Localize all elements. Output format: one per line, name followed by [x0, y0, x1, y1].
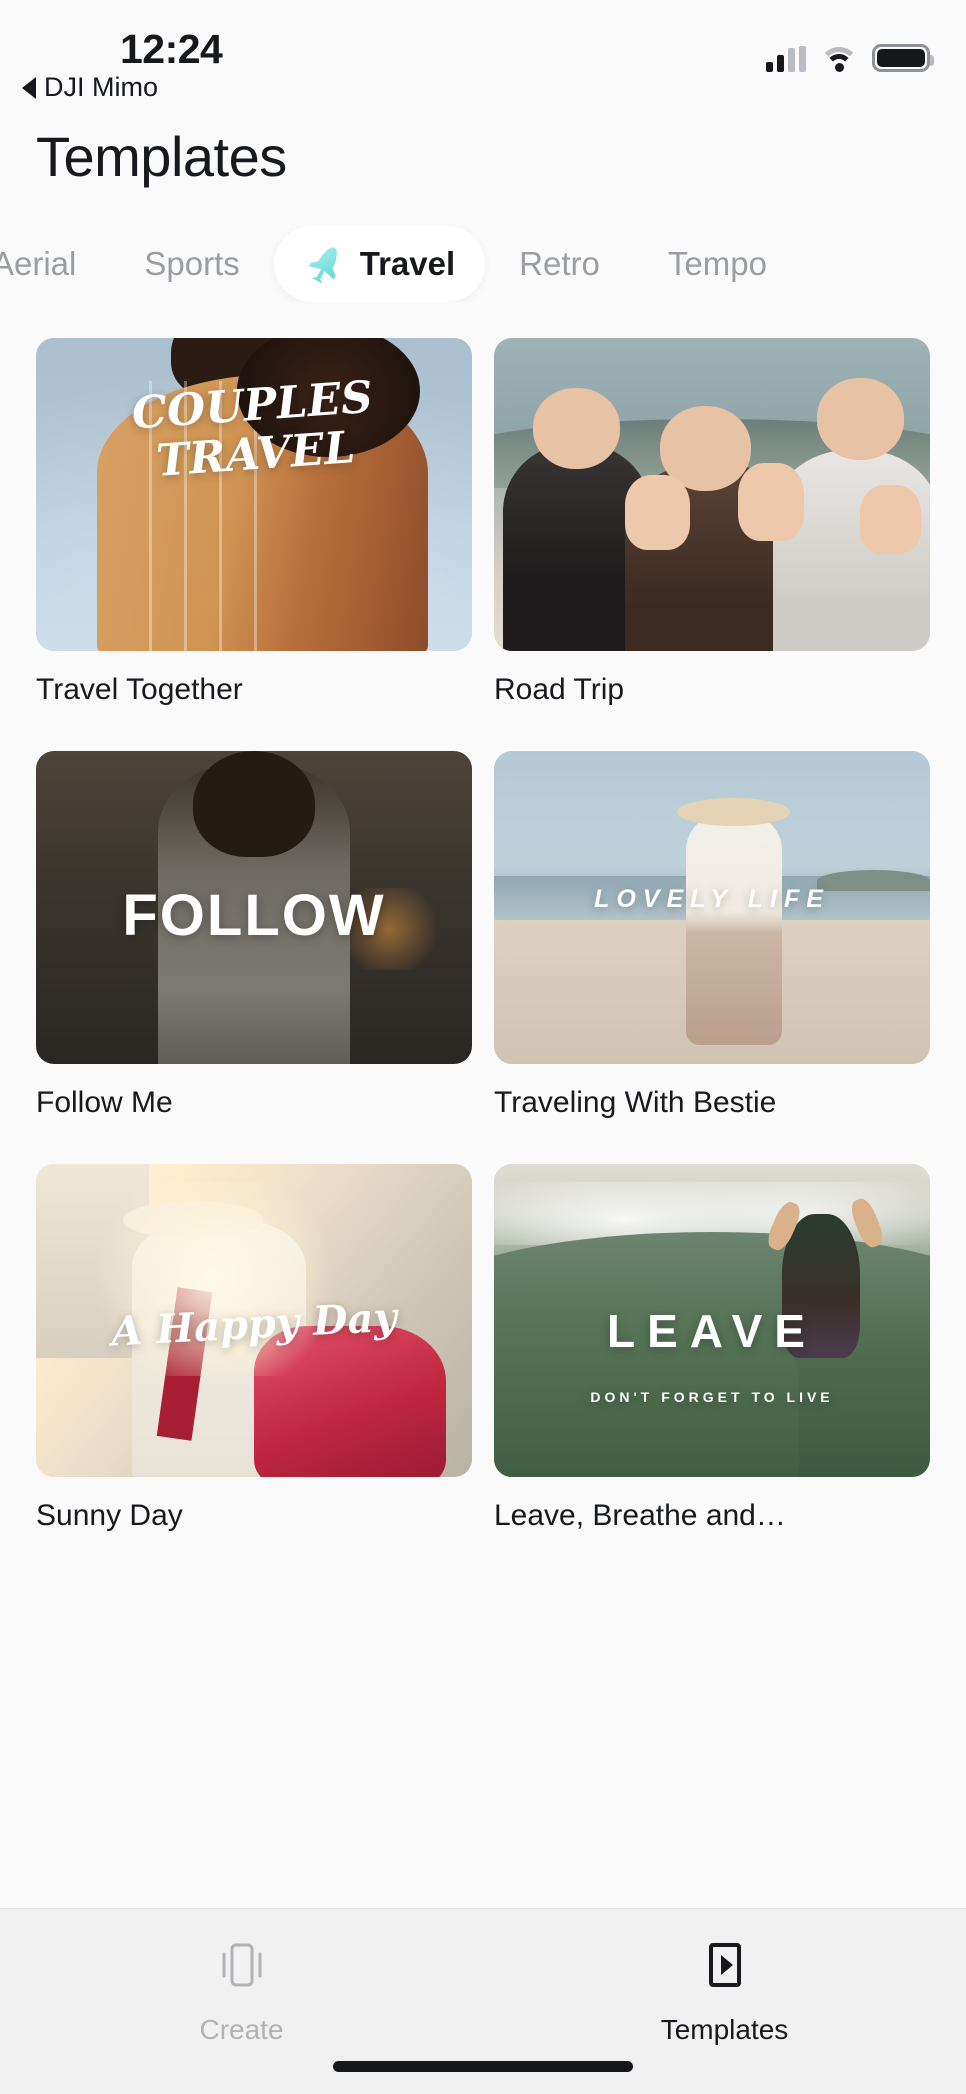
tab-retro[interactable]: Retro [485, 226, 634, 302]
status-bar-indicators [766, 38, 934, 72]
tab-tempo-label: Tempo [667, 244, 767, 282]
nav-item-templates[interactable]: Templates [483, 1935, 966, 2046]
template-grid: COUPLES TRAVEL Travel Together Road Trip… [0, 302, 966, 1908]
couple-hugging-photo [36, 337, 472, 651]
template-card[interactable]: LOVELY LIFE Traveling With Bestie [494, 750, 930, 1120]
tab-travel-label: Travel [359, 244, 456, 282]
person-jumping-mountain-photo [494, 1163, 930, 1477]
triangle-left-icon [22, 76, 36, 99]
template-card[interactable]: FOLLOW Follow Me [36, 750, 472, 1120]
nav-item-templates-label: Templates [660, 2014, 789, 2045]
template-thumbnail[interactable] [494, 337, 930, 651]
app-screen: 12:24 DJI Mimo Templates Aerial Sports T… [0, 0, 966, 2094]
category-tab-bar[interactable]: Aerial Sports Travel Retro Tempo [0, 225, 966, 302]
nav-item-create[interactable]: Create [0, 1935, 483, 2046]
woman-walking-away-photo [36, 750, 472, 1064]
back-to-app-label: DJI Mimo [44, 72, 158, 102]
template-label: Sunny Day [36, 1498, 183, 1532]
tab-sports[interactable]: Sports [110, 226, 273, 302]
tab-travel[interactable]: Travel [273, 225, 486, 302]
nav-item-create-label: Create [199, 2014, 284, 2045]
status-bar: 12:24 DJI Mimo [0, 0, 966, 108]
template-thumbnail[interactable]: A Happy Day [36, 1163, 472, 1477]
tab-tempo[interactable]: Tempo [634, 226, 801, 302]
play-rectangle-icon [695, 1935, 755, 2000]
template-thumbnail[interactable]: LEAVE DON'T FORGET TO LIVE [494, 1163, 930, 1477]
page-title: Templates [36, 125, 287, 188]
tab-sports-label: Sports [144, 244, 240, 282]
woman-with-backpack-photo [36, 1163, 472, 1477]
tab-retro-label: Retro [519, 244, 600, 282]
template-thumbnail[interactable]: LOVELY LIFE [494, 750, 930, 1064]
status-bar-time: 12:24 [120, 26, 223, 72]
card-swipe-icon [212, 1935, 272, 2000]
template-label: Follow Me [36, 1085, 173, 1119]
woman-on-beach-photo [494, 750, 930, 1064]
wifi-icon [819, 46, 859, 72]
template-label: Traveling With Bestie [494, 1085, 777, 1119]
template-label: Leave, Breathe and… [494, 1498, 786, 1532]
template-card[interactable]: LEAVE DON'T FORGET TO LIVE Leave, Breath… [494, 1163, 930, 1533]
cellular-signal-icon [766, 46, 806, 72]
template-card[interactable]: A Happy Day Sunny Day [36, 1163, 472, 1533]
template-card[interactable]: COUPLES TRAVEL Travel Together [36, 337, 472, 707]
tab-aerial-label: Aerial [0, 244, 77, 282]
template-thumbnail[interactable]: FOLLOW [36, 750, 472, 1064]
template-label: Travel Together [36, 672, 243, 706]
home-indicator[interactable] [333, 2061, 633, 2072]
airplane-icon [304, 242, 348, 286]
template-label: Road Trip [494, 672, 625, 706]
three-friends-waving-photo [494, 337, 930, 651]
tab-aerial[interactable]: Aerial [0, 226, 110, 302]
template-card[interactable]: Road Trip [494, 337, 930, 707]
template-thumbnail[interactable]: COUPLES TRAVEL [36, 337, 472, 651]
battery-full-icon [872, 44, 934, 72]
back-to-app-button[interactable]: DJI Mimo [22, 72, 158, 103]
